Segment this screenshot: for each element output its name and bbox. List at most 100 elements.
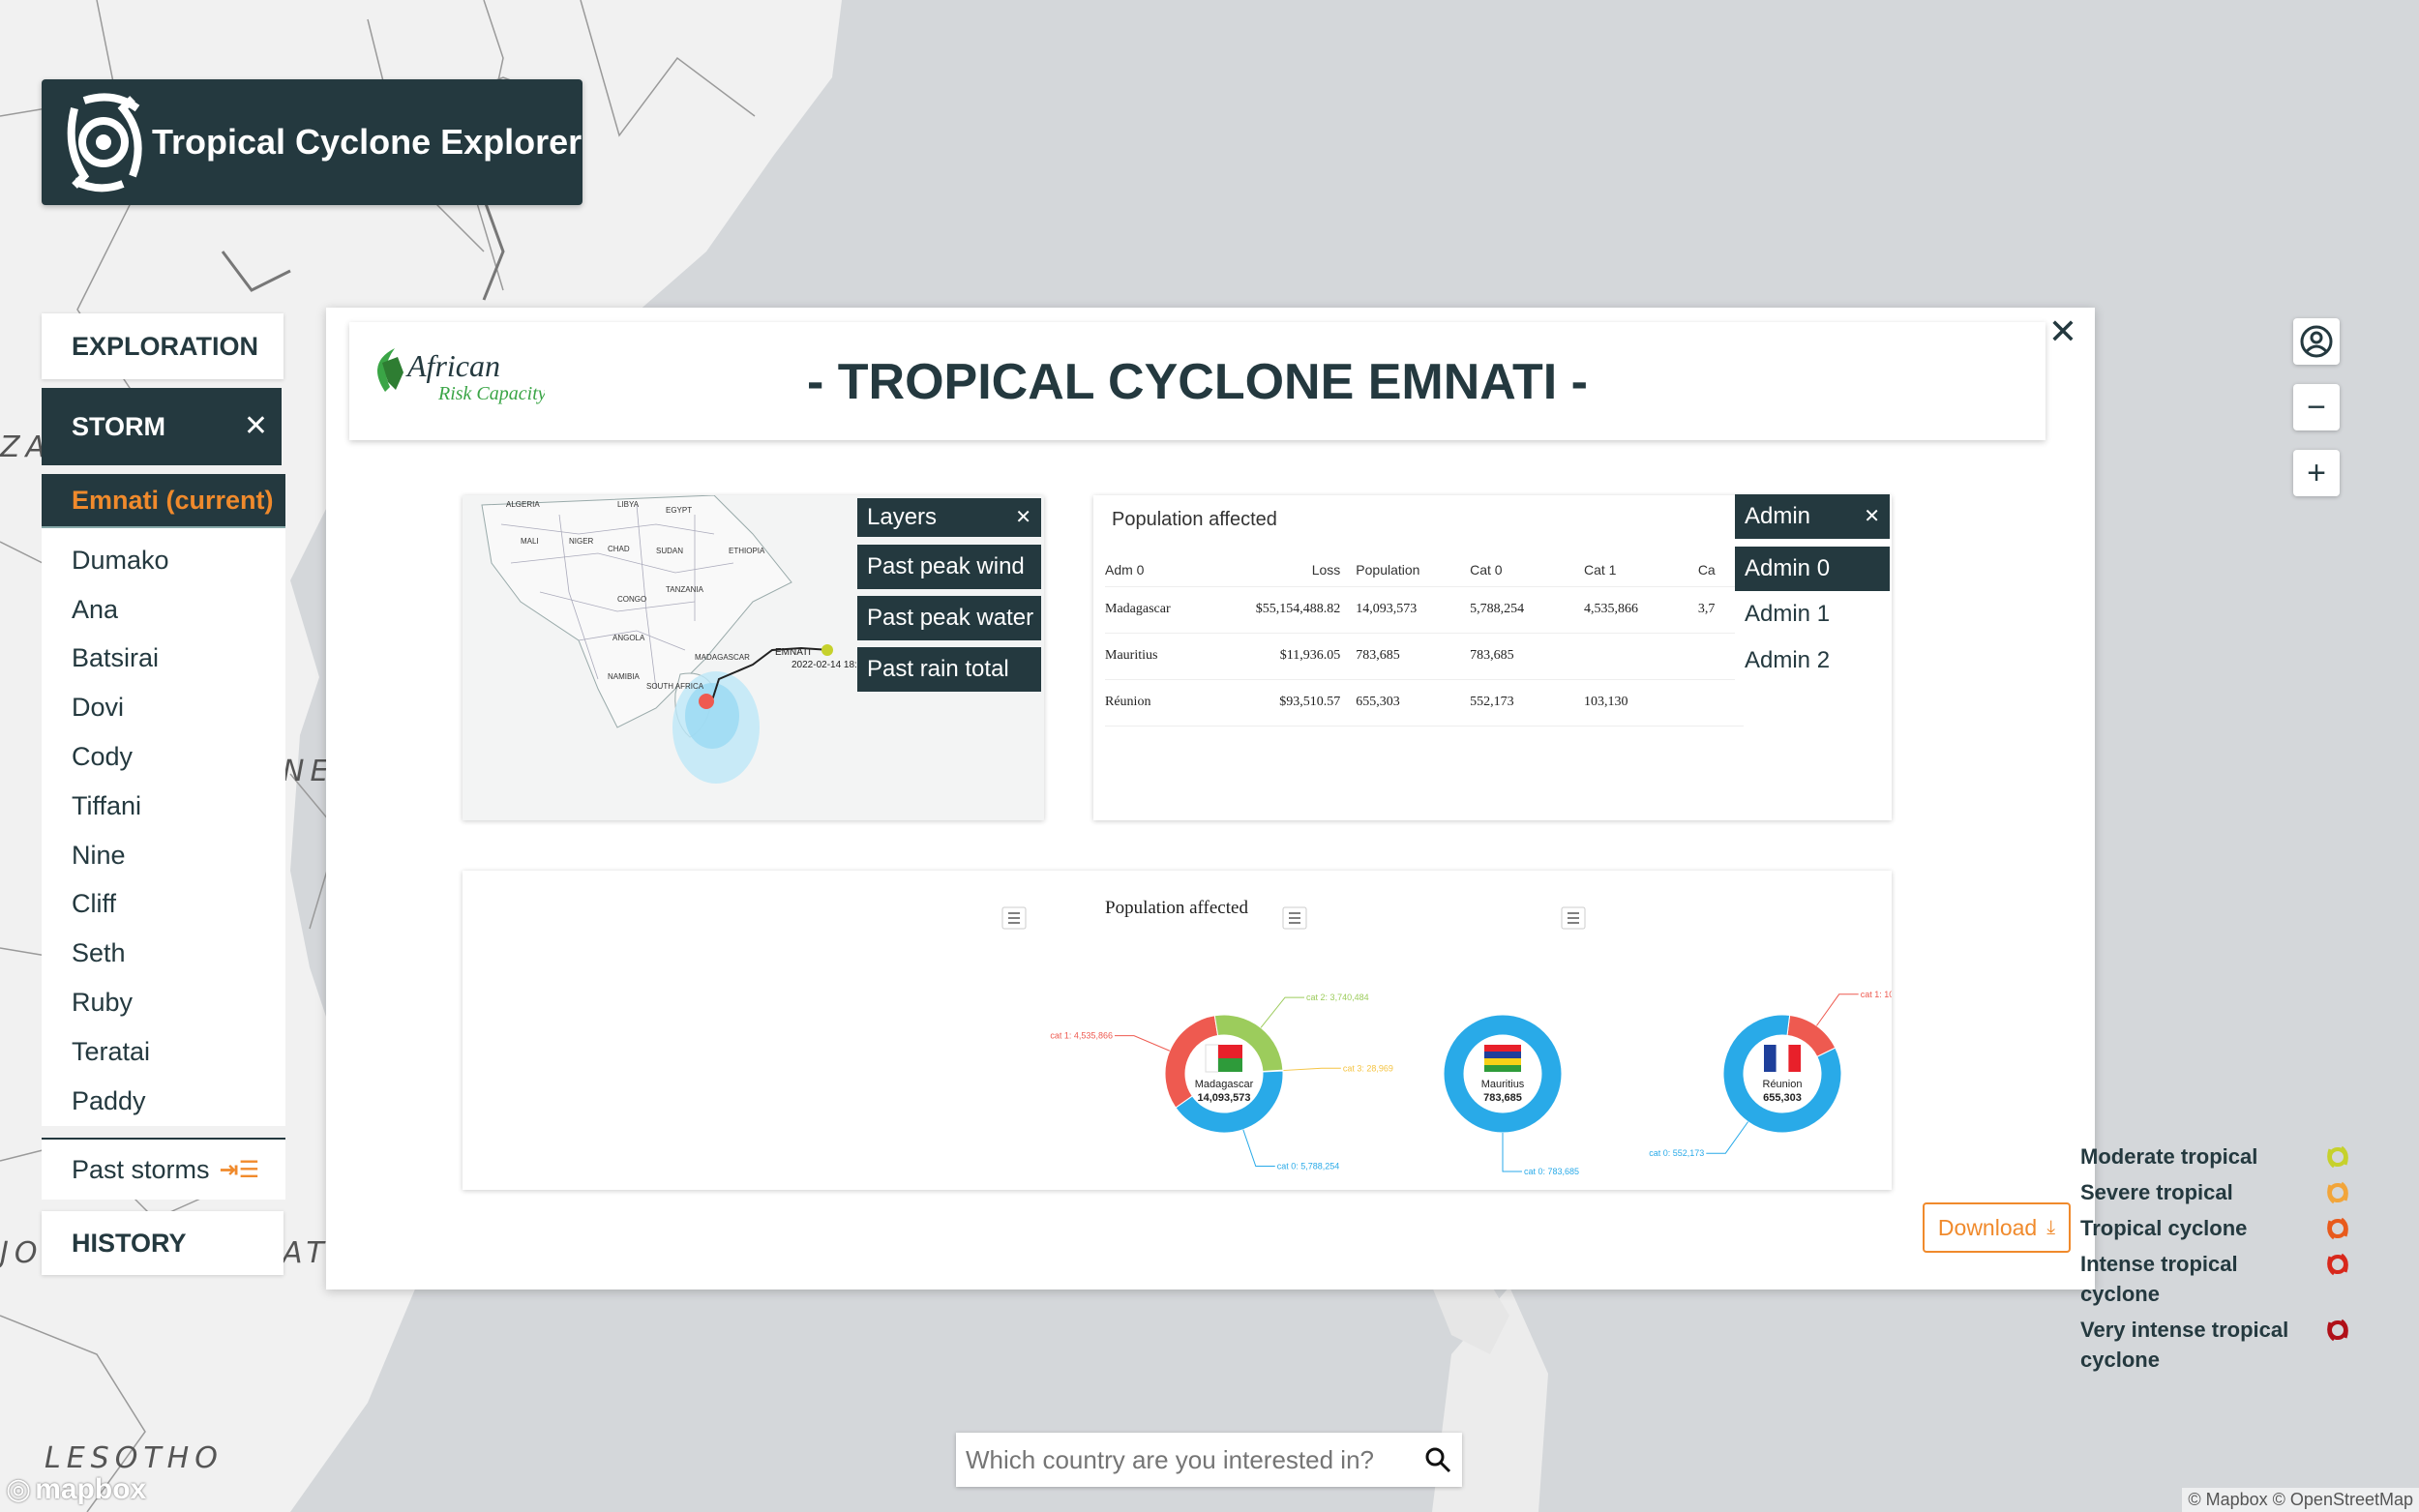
user-account-button[interactable]	[2293, 318, 2340, 365]
legend-item: Tropical cyclone	[2080, 1213, 2351, 1243]
cyclone-icon	[2327, 1217, 2348, 1240]
legend-label: Tropical cyclone	[2080, 1216, 2248, 1240]
table-header[interactable]: Cat 0	[1470, 553, 1584, 587]
table-cell: Réunion	[1105, 679, 1231, 726]
legend-label: Moderate tropical	[2080, 1144, 2258, 1169]
admin-header[interactable]: Admin ✕	[1735, 494, 1890, 539]
cyclone-icon	[2327, 1145, 2348, 1169]
svg-text:LIBYA: LIBYA	[617, 500, 640, 509]
table-header[interactable]: Cat 1	[1583, 553, 1698, 587]
layer-item[interactable]: Past peak wind	[857, 545, 1041, 589]
table-cell: 783,685	[1470, 633, 1584, 680]
storm-item[interactable]: Tiffani	[42, 782, 285, 831]
donut-country: Madagascar	[1195, 1079, 1254, 1090]
table-cell: Mauritius	[1105, 633, 1231, 680]
cyclone-icon	[2327, 1319, 2348, 1342]
download-button[interactable]: Download ⤓	[1923, 1202, 2071, 1253]
svg-text:2022-02-14 18:0: 2022-02-14 18:0	[791, 660, 863, 670]
table-header[interactable]: Population	[1356, 553, 1471, 587]
menu-storm[interactable]: STORM ✕	[42, 388, 282, 465]
storm-item[interactable]: Cliff	[42, 880, 285, 930]
cyclone-legend: Moderate tropical Severe tropical Tropical…	[2080, 1141, 2351, 1380]
search-input[interactable]	[966, 1444, 1423, 1475]
layer-item[interactable]: Past peak water	[857, 596, 1041, 640]
storm-list: Emnati (current) Dumako Ana Batsirai Dovi Cod…	[42, 474, 285, 1126]
population-donut-chart: Population affected cat 3: 28,969 cat 0: 5…	[463, 871, 1892, 1190]
modal-close-icon[interactable]: ✕	[2048, 311, 2077, 352]
table-cell: $93,510.57	[1230, 679, 1357, 726]
mapbox-logo-text: mapbox	[35, 1472, 147, 1505]
table-cell: $11,936.05	[1230, 633, 1357, 680]
map-attribution[interactable]: © Mapbox © OpenStreetMap	[2182, 1488, 2419, 1512]
legend-item: Moderate tropical	[2080, 1141, 2351, 1171]
donut-country: Réunion	[1763, 1079, 1803, 1090]
donut-label: cat 2: 3,740,484	[1306, 993, 1369, 1002]
svg-text:ALGERIA: ALGERIA	[506, 500, 540, 509]
donut-total: 655,303	[1763, 1092, 1802, 1104]
country-search[interactable]	[956, 1433, 1462, 1487]
table-row: Mauritius $11,936.05 783,685 783,685	[1105, 633, 1744, 680]
svg-text:CONGO: CONGO	[617, 595, 646, 604]
table-cell: Madagascar	[1105, 586, 1231, 634]
storm-item[interactable]: Teratai	[42, 1027, 285, 1077]
donut-label-line	[1260, 996, 1305, 1028]
layers-panel: Layers ✕ Past peak wind Past peak water Pa…	[857, 498, 1041, 698]
storm-item[interactable]: Cody	[42, 732, 285, 782]
map-label-jo: JO	[0, 1236, 44, 1270]
table-row: Madagascar $55,154,488.82 14,093,573 5,788,…	[1105, 586, 1744, 634]
svg-text:MALI: MALI	[521, 537, 539, 546]
storm-item[interactable]: Seth	[42, 929, 285, 978]
zoom-out-button[interactable]: −	[2293, 384, 2340, 430]
donut-label-line	[1282, 1067, 1341, 1072]
table-cell: 552,173	[1470, 679, 1584, 726]
storm-item[interactable]: Dumako	[42, 536, 285, 585]
close-icon[interactable]: ✕	[1015, 508, 1031, 527]
flag-mauritius-icon	[1484, 1045, 1521, 1052]
layer-item[interactable]: Past rain total	[857, 647, 1041, 692]
past-storms-link[interactable]: Past storms ⇥☰	[42, 1138, 285, 1200]
donut-label: cat 0: 783,685	[1524, 1167, 1579, 1176]
close-icon[interactable]: ✕	[244, 412, 268, 441]
app-title: Tropical Cyclone Explorer	[152, 122, 582, 162]
table-row: Réunion $93,510.57 655,303 552,173 103,130	[1105, 679, 1744, 726]
plus-icon: +	[2307, 454, 2326, 491]
zoom-in-button[interactable]: +	[2293, 450, 2340, 496]
storm-item[interactable]: Ana	[42, 585, 285, 635]
svg-text:SOUTH AFRICA: SOUTH AFRICA	[646, 682, 704, 691]
menu-history-label: HISTORY	[72, 1228, 187, 1258]
storm-item[interactable]: Emnati (current)	[42, 474, 285, 528]
donut-label: cat 1: 4,535,866	[1050, 1031, 1113, 1041]
layers-title: Layers	[867, 504, 938, 530]
admin-item[interactable]: Admin 0	[1735, 547, 1890, 591]
storm-item[interactable]: Dovi	[42, 683, 285, 732]
svg-text:MADAGASCAR: MADAGASCAR	[695, 653, 750, 662]
admin-item[interactable]: Admin 2	[1735, 637, 1890, 684]
storm-item[interactable]: Paddy	[42, 1077, 285, 1126]
donut-label: cat 1: 103,130	[1861, 990, 1892, 999]
flag-reunion-icon	[1764, 1045, 1777, 1072]
menu-exploration[interactable]: EXPLORATION	[42, 313, 284, 379]
admin-item[interactable]: Admin 1	[1735, 591, 1890, 637]
donut-total: 14,093,573	[1197, 1092, 1250, 1104]
mapbox-logo[interactable]: ◎ mapbox	[6, 1472, 146, 1506]
menu-exploration-label: EXPLORATION	[72, 331, 259, 361]
download-icon: ⤓	[2046, 1216, 2056, 1238]
cyclone-icon	[2327, 1181, 2348, 1204]
storm-item[interactable]: Nine	[42, 831, 285, 880]
admin-title: Admin	[1745, 503, 1811, 529]
search-icon[interactable]	[1423, 1445, 1452, 1474]
svg-text:ANGOLA: ANGOLA	[612, 634, 645, 642]
population-title: Population affected	[1112, 509, 1277, 530]
storm-item[interactable]: Ruby	[42, 978, 285, 1027]
past-storms-label: Past storms	[72, 1154, 210, 1184]
modal-header: African Risk Capacity - TROPICAL CYCLONE…	[349, 322, 2046, 440]
table-header[interactable]: Loss	[1230, 553, 1357, 587]
storm-item[interactable]: Batsirai	[42, 635, 285, 684]
app-header: Tropical Cyclone Explorer	[42, 79, 582, 205]
close-icon[interactable]: ✕	[1864, 507, 1880, 526]
table-cell: 5,788,254	[1470, 586, 1584, 634]
menu-history[interactable]: HISTORY	[42, 1211, 284, 1275]
table-header[interactable]: Adm 0	[1105, 553, 1231, 587]
cyclone-icon	[2327, 1253, 2348, 1276]
layers-header[interactable]: Layers ✕	[857, 498, 1041, 537]
